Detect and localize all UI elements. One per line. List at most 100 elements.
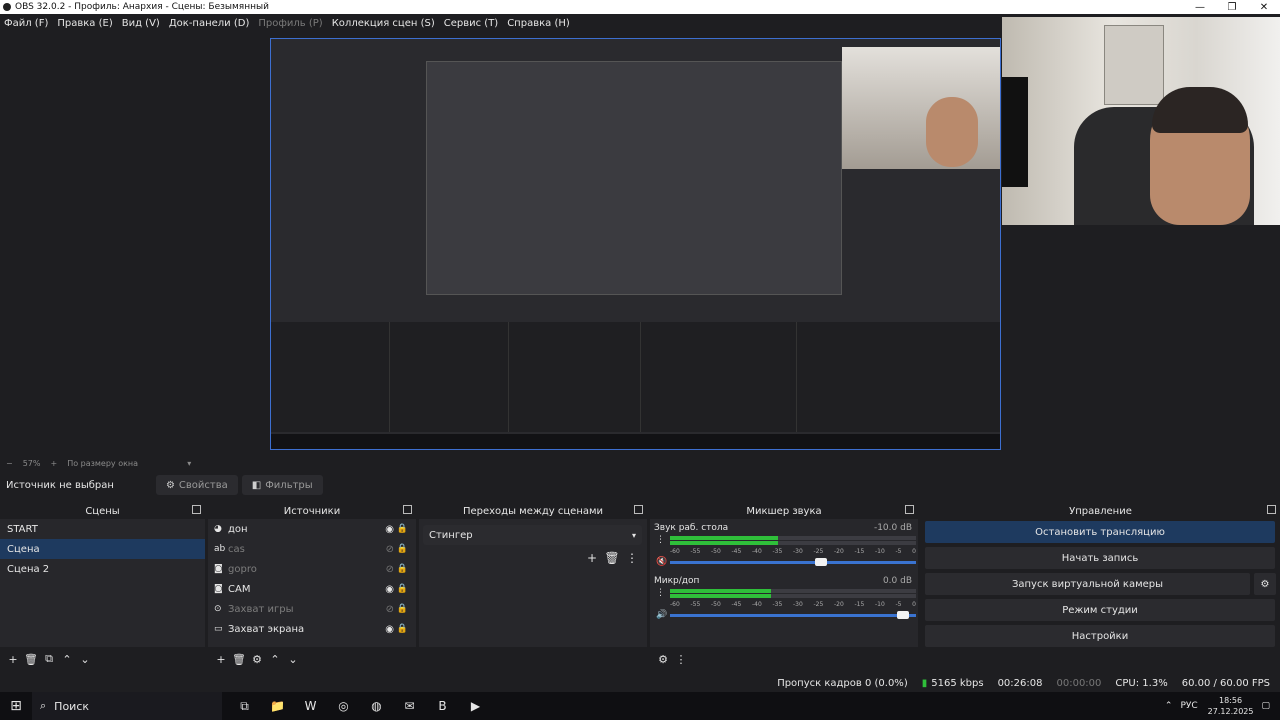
zoom-out-button[interactable]: − <box>6 459 13 468</box>
undock-icon[interactable] <box>403 505 412 514</box>
cpu-usage: CPU: 1.3% <box>1115 677 1168 689</box>
remove-source-button[interactable]: 🗑 <box>230 653 248 666</box>
scale-tick: -25 <box>813 601 824 608</box>
zoom-in-button[interactable]: + <box>50 459 57 468</box>
transition-select[interactable]: Стингер ▾ <box>423 525 642 545</box>
taskbar-app-icon[interactable]: B <box>426 699 459 714</box>
source-item[interactable]: ab cas ⊘ 🔒 <box>208 539 416 559</box>
source-item[interactable]: ◕ дон ◉ 🔒 <box>208 519 416 539</box>
undock-icon[interactable] <box>634 505 643 514</box>
taskbar-app-icon[interactable]: 📁 <box>261 699 294 714</box>
menu-item[interactable]: Док-панели (D) <box>169 18 250 29</box>
taskbar-app-icon[interactable]: W <box>294 699 327 714</box>
mixer-menu-button[interactable]: ⋮ <box>672 653 690 666</box>
visibility-eye-icon[interactable]: ◉ <box>385 524 394 535</box>
visibility-eye-icon[interactable]: ◉ <box>385 624 394 635</box>
properties-button[interactable]: ⚙ Свойства <box>155 475 238 495</box>
no-source-label: Источник не выбран <box>6 479 114 491</box>
taskbar-app-icon[interactable]: ⧉ <box>228 699 261 714</box>
move-up-button[interactable]: ⌃ <box>266 653 284 666</box>
stream-time: 00:26:08 <box>997 677 1043 689</box>
close-button[interactable]: ✕ <box>1248 2 1280 13</box>
zoom-dropdown-icon[interactable]: ▾ <box>187 459 191 468</box>
scale-tick: -35 <box>772 548 783 555</box>
source-item[interactable]: ▭ Захват экрана ◉ 🔒 <box>208 619 416 639</box>
visibility-eye-icon[interactable]: ⊘ <box>386 544 394 555</box>
move-down-button[interactable]: ⌄ <box>76 653 94 666</box>
taskbar-search[interactable]: ⌕ Поиск <box>32 692 222 720</box>
menu-item[interactable]: Справка (H) <box>507 18 570 29</box>
channel-menu-icon[interactable]: ⋮ <box>656 588 665 598</box>
control-button[interactable]: Остановить трансляцию <box>925 521 1275 543</box>
source-type-icon: ab <box>214 544 226 554</box>
channel-name: Микр/доп <box>654 576 700 586</box>
menu-item[interactable]: Файл (F) <box>4 18 48 29</box>
volume-knob[interactable] <box>815 558 828 566</box>
scene-item[interactable]: START <box>0 519 205 539</box>
restore-button[interactable]: ❐ <box>1216 2 1248 13</box>
add-scene-button[interactable]: + <box>4 653 22 666</box>
scale-tick: -20 <box>834 601 844 608</box>
control-button[interactable]: Настройки <box>925 625 1275 647</box>
remove-scene-button[interactable]: 🗑 <box>22 653 40 666</box>
add-source-button[interactable]: + <box>212 653 230 666</box>
taskbar-app-icon[interactable]: ◎ <box>327 699 360 714</box>
taskbar-app-icon[interactable]: ◍ <box>360 699 393 714</box>
mixer-settings-button[interactable]: ⚙ <box>654 653 672 666</box>
move-down-button[interactable]: ⌄ <box>284 653 302 666</box>
menu-item[interactable]: Коллекция сцен (S) <box>332 18 435 29</box>
source-item[interactable]: ◙ CAM ◉ 🔒 <box>208 579 416 599</box>
control-button[interactable]: Режим студии <box>925 599 1275 621</box>
scale-tick: -5 <box>895 548 902 555</box>
preview-canvas[interactable] <box>270 38 1001 450</box>
channel-menu-icon[interactable]: ⋮ <box>656 535 665 545</box>
scene-filters-button[interactable]: ⧉ <box>40 652 58 666</box>
clock[interactable]: 18:56 27.12.2025 <box>1208 695 1254 717</box>
volume-slider[interactable] <box>670 611 916 619</box>
lock-icon[interactable]: 🔒 <box>397 524 408 534</box>
notification-icon[interactable]: ▢ <box>1261 701 1270 711</box>
source-item[interactable]: ◙ gopro ⊘ 🔒 <box>208 559 416 579</box>
control-button[interactable]: Начать запись <box>925 547 1275 569</box>
scene-item[interactable]: Сцена 2 <box>0 559 205 579</box>
lock-icon[interactable]: 🔒 <box>397 604 408 614</box>
taskbar-app-icon[interactable]: ✉ <box>393 699 426 714</box>
lock-icon[interactable]: 🔒 <box>397 544 408 554</box>
undock-icon[interactable] <box>192 505 201 514</box>
source-properties-button[interactable]: ⚙ <box>248 653 266 666</box>
undock-icon[interactable] <box>905 505 914 514</box>
delete-transition-button[interactable]: 🗑 <box>602 551 622 565</box>
source-toolbar: Источник не выбран ⚙ Свойства ◧ Фильтры <box>0 473 1280 497</box>
scene-item[interactable]: Сцена <box>0 539 205 559</box>
filters-button[interactable]: ◧ Фильтры <box>241 475 323 495</box>
sources-title: Источники <box>283 505 341 517</box>
lock-icon[interactable]: 🔒 <box>397 624 408 634</box>
visibility-eye-icon[interactable]: ◉ <box>385 584 394 595</box>
menu-item[interactable]: Сервис (T) <box>444 18 498 29</box>
transition-menu-button[interactable]: ⋮ <box>622 551 642 565</box>
visibility-eye-icon[interactable]: ⊘ <box>386 604 394 615</box>
muted-speaker-icon[interactable]: 🔇 <box>656 557 667 567</box>
language-indicator[interactable]: РУС <box>1180 701 1197 711</box>
visibility-eye-icon[interactable]: ⊘ <box>386 564 394 575</box>
lock-icon[interactable]: 🔒 <box>397 584 408 594</box>
windows-start-icon[interactable]: ⊞ <box>0 698 32 714</box>
minimize-button[interactable]: — <box>1184 2 1216 13</box>
volume-slider[interactable] <box>670 558 916 566</box>
taskbar-apps: ⧉ 📁 W ◎ ◍ ✉ B ▶ <box>228 699 492 714</box>
lock-icon[interactable]: 🔒 <box>397 564 408 574</box>
menu-item[interactable]: Вид (V) <box>122 18 160 29</box>
source-item[interactable]: ⊙ Захват игры ⊘ 🔒 <box>208 599 416 619</box>
taskbar-app-icon[interactable]: ▶ <box>459 699 492 714</box>
undock-icon[interactable] <box>1267 505 1276 514</box>
add-transition-button[interactable]: + <box>582 551 602 565</box>
zoom-mode[interactable]: По размеру окна <box>67 459 177 468</box>
control-button[interactable]: Запуск виртуальной камеры <box>925 573 1250 595</box>
nested-taskbar <box>271 434 1000 449</box>
volume-knob[interactable] <box>896 611 909 619</box>
menu-item[interactable]: Правка (E) <box>57 18 112 29</box>
move-up-button[interactable]: ⌃ <box>58 653 76 666</box>
virtual-camera-settings-button[interactable]: ⚙ <box>1254 573 1276 595</box>
tray-expand-icon[interactable]: ⌃ <box>1165 701 1173 711</box>
speaker-icon[interactable]: 🔊 <box>656 610 667 620</box>
